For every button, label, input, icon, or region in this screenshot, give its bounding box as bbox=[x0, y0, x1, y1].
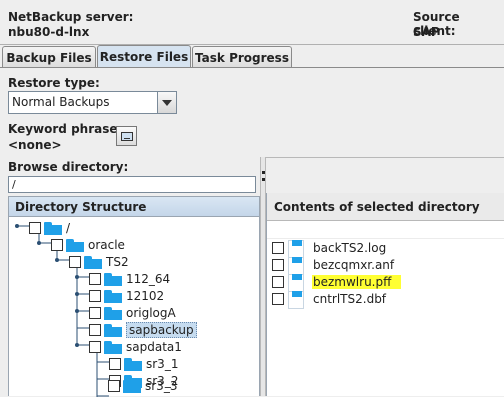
tree-node-label: oracle bbox=[88, 238, 125, 252]
browse-directory-label: Browse directory: bbox=[8, 160, 129, 174]
folder-icon bbox=[66, 238, 84, 252]
folder-icon bbox=[104, 289, 122, 303]
restore-type-dropdown-button[interactable] bbox=[157, 92, 176, 113]
tree-node-checkbox[interactable] bbox=[51, 239, 63, 251]
tree-node[interactable]: origlogA bbox=[89, 304, 176, 322]
file-checkbox[interactable] bbox=[272, 242, 284, 254]
tree-node-checkbox[interactable] bbox=[109, 358, 121, 370]
tree-node[interactable]: / bbox=[29, 219, 70, 237]
file-checkbox[interactable] bbox=[272, 259, 284, 271]
browse-directory-input[interactable]: / bbox=[8, 176, 256, 193]
folder-icon bbox=[104, 323, 122, 337]
chevron-down-icon bbox=[162, 99, 172, 106]
tab-task-progress[interactable]: Task Progress bbox=[192, 46, 292, 68]
tree-node-checkbox[interactable] bbox=[89, 341, 101, 353]
tree-node-label: sr3_1 bbox=[146, 357, 179, 371]
tree-node-label: origlogA bbox=[126, 306, 176, 320]
keyword-phrase-label: Keyword phrase: bbox=[8, 122, 123, 136]
tree-node-checkbox[interactable] bbox=[89, 307, 101, 319]
header-divider bbox=[0, 44, 504, 45]
keyword-phrase-value: <none> bbox=[8, 138, 62, 152]
file-checkbox[interactable] bbox=[272, 276, 284, 288]
tree-node[interactable]: 112_64 bbox=[89, 270, 170, 288]
tree-node-label: sapbackup bbox=[126, 322, 197, 338]
file-icon bbox=[288, 240, 304, 258]
tree-node[interactable]: TS2 bbox=[69, 253, 129, 271]
tree-node-label: 12102 bbox=[126, 289, 165, 303]
client-value: SAP bbox=[413, 25, 440, 39]
tree-node-checkbox[interactable] bbox=[29, 222, 41, 234]
tab-restore-files[interactable]: Restore Files bbox=[97, 45, 191, 68]
tree-node-checkbox[interactable] bbox=[89, 324, 101, 336]
file-icon bbox=[288, 291, 304, 309]
file-name: bezmwlru.pff bbox=[312, 275, 402, 289]
tab-baseline bbox=[0, 67, 504, 68]
file-name: bezcqmxr.anf bbox=[313, 258, 395, 272]
splitter-down-arrow-icon[interactable] bbox=[262, 178, 265, 181]
tree-node-label: sr3_3 bbox=[145, 379, 178, 393]
tree-node-checkbox[interactable] bbox=[89, 290, 101, 302]
tree-node-label: sapdata1 bbox=[126, 340, 182, 354]
file-name: cntrlTS2.dbf bbox=[313, 292, 387, 306]
tree-node-checkbox[interactable] bbox=[89, 273, 101, 285]
file-row[interactable]: backTS2.log bbox=[272, 239, 387, 258]
tree-node-label: / bbox=[66, 221, 71, 235]
tree-node[interactable]: sapdata1 bbox=[89, 338, 182, 356]
restore-type-label: Restore type: bbox=[8, 76, 100, 90]
restore-type-select[interactable]: Normal Backups bbox=[8, 91, 177, 114]
directory-structure-panel: Directory Structure / oracle TS2 112_64 … bbox=[8, 196, 260, 397]
keyword-phrase-button[interactable] bbox=[116, 126, 137, 146]
file-icon bbox=[288, 257, 304, 275]
keyword-search-icon bbox=[120, 131, 133, 141]
tree-node-label: TS2 bbox=[106, 255, 129, 269]
tree-node[interactable]: sr3_3 bbox=[108, 377, 177, 395]
tree-node[interactable]: oracle bbox=[51, 236, 125, 254]
server-value: nbu80-d-lnx bbox=[8, 25, 90, 39]
tree-node-selected[interactable]: sapbackup bbox=[89, 321, 197, 339]
contents-header: Contents of selected directory bbox=[267, 193, 504, 221]
folder-icon bbox=[44, 221, 62, 235]
folder-icon bbox=[104, 306, 122, 320]
folder-icon bbox=[84, 255, 102, 269]
file-row[interactable]: bezcqmxr.anf bbox=[272, 256, 395, 275]
contents-panel: Contents of selected directory backTS2.l… bbox=[266, 193, 504, 396]
file-checkbox[interactable] bbox=[272, 293, 284, 305]
tree-node-label: 112_64 bbox=[126, 272, 171, 286]
right-toolbar-area bbox=[266, 157, 504, 193]
server-label: NetBackup server: bbox=[8, 10, 134, 24]
file-row[interactable]: cntrlTS2.dbf bbox=[272, 290, 387, 309]
folder-icon bbox=[104, 272, 122, 286]
splitter-up-arrow-icon[interactable] bbox=[262, 171, 265, 174]
folder-icon bbox=[104, 340, 122, 354]
restore-type-value: Normal Backups bbox=[12, 95, 110, 109]
folder-icon bbox=[124, 357, 142, 371]
file-row-highlighted[interactable]: bezmwlru.pff bbox=[272, 273, 402, 292]
tree-node[interactable]: 12102 bbox=[89, 287, 164, 305]
file-name: backTS2.log bbox=[313, 241, 387, 255]
tree-node-checkbox[interactable] bbox=[108, 380, 120, 392]
folder-icon bbox=[123, 379, 141, 393]
tab-backup-files[interactable]: Backup Files bbox=[2, 46, 96, 68]
tree-node-checkbox[interactable] bbox=[69, 256, 81, 268]
file-icon bbox=[288, 274, 304, 292]
header-bar: NetBackup server: nbu80-d-lnx Source cli… bbox=[0, 0, 504, 44]
tree-node[interactable]: sr3_1 bbox=[109, 355, 178, 373]
